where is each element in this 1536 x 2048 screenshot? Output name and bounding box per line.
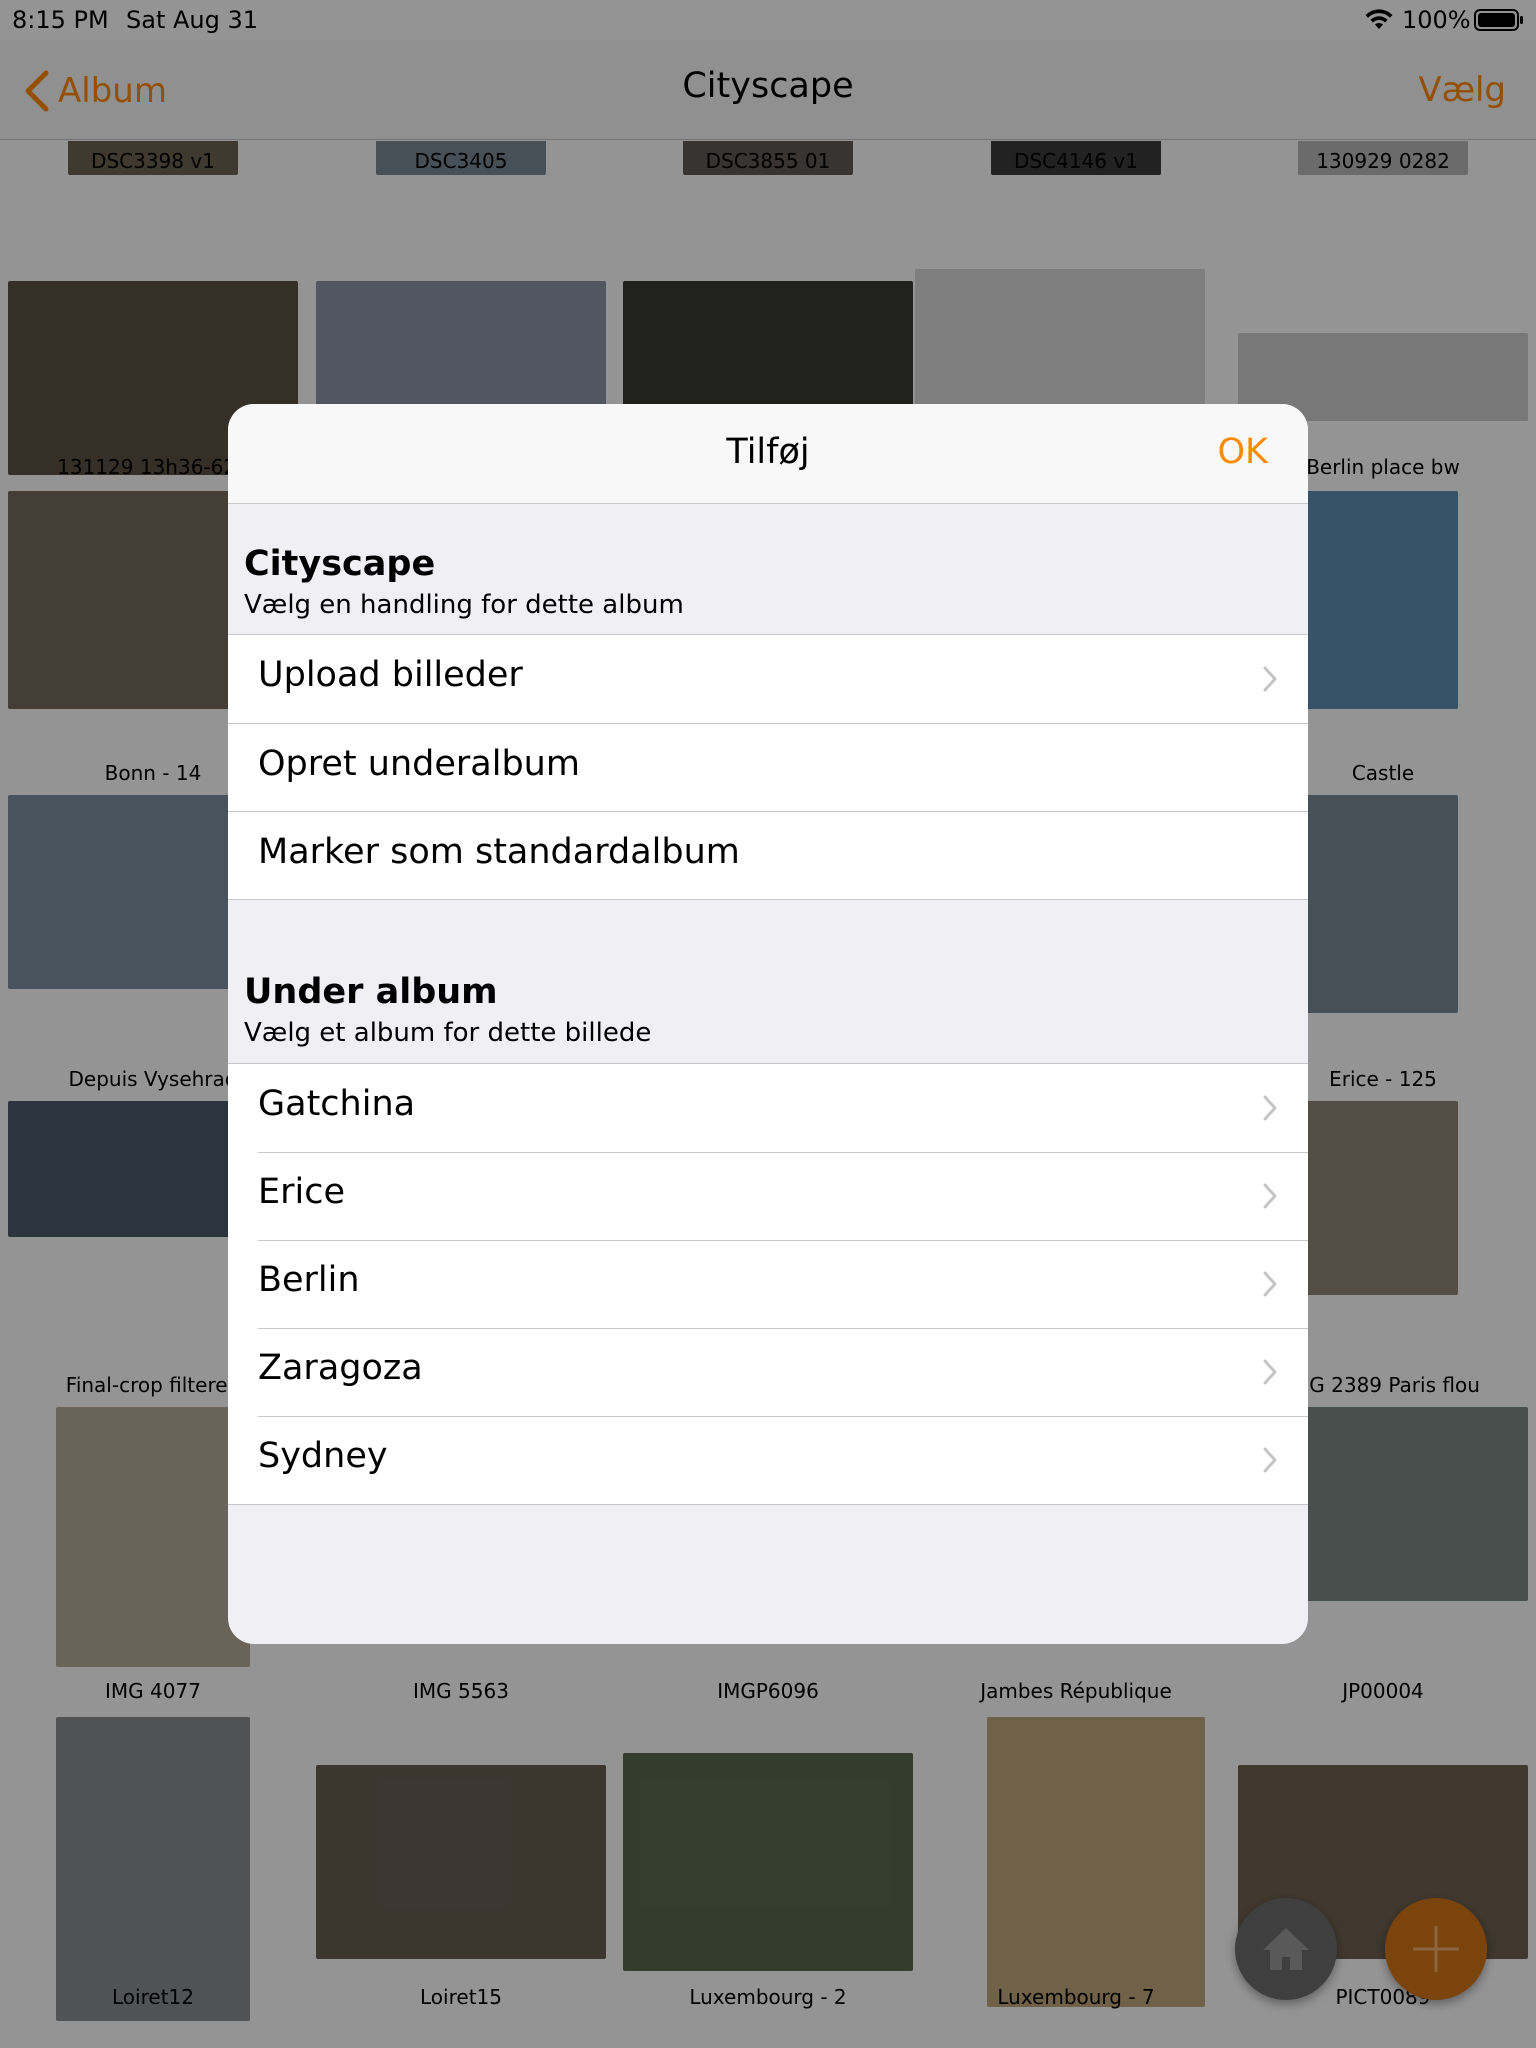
row-label: Gatchina <box>258 1084 416 1124</box>
modal-title: Tilføj <box>726 432 810 472</box>
subalbum-row[interactable]: Berlin <box>228 1240 1308 1328</box>
row-label: Sydney <box>258 1436 388 1476</box>
chevron-right-icon <box>1263 1183 1277 1209</box>
subalbum-row[interactable]: Sydney <box>228 1416 1308 1504</box>
section-title: Cityscape <box>244 544 436 584</box>
subalbum-row[interactable]: Gatchina <box>228 1064 1308 1152</box>
modal-header: Tilføj OK <box>228 404 1308 504</box>
row-label: Erice <box>258 1172 346 1212</box>
chevron-right-icon <box>1263 666 1277 692</box>
chevron-right-icon <box>1263 1359 1277 1385</box>
section-header-subalbums: Under album Vælg et album for dette bill… <box>244 972 651 1048</box>
chevron-right-icon <box>1263 1271 1277 1297</box>
row-label: Berlin <box>258 1260 360 1300</box>
row-label: Marker som standardalbum <box>258 832 740 872</box>
section-subtitle: Vælg en handling for dette album <box>244 590 684 620</box>
album-actions-list: Upload billeder Opret underalbum Marker so… <box>228 634 1308 900</box>
subalbum-list: Gatchina Erice Berlin Zaragoza Sydney <box>228 1063 1308 1505</box>
subalbum-row[interactable]: Zaragoza <box>228 1328 1308 1416</box>
row-label: Upload billeder <box>258 655 523 695</box>
album-action-row[interactable]: Upload billeder <box>228 635 1308 723</box>
section-subtitle: Vælg et album for dette billede <box>244 1018 652 1048</box>
section-title: Under album <box>244 972 498 1012</box>
album-action-row[interactable]: Marker som standardalbum <box>228 811 1308 899</box>
section-header-album: Cityscape Vælg en handling for dette alb… <box>244 544 684 620</box>
chevron-right-icon <box>1263 1447 1277 1473</box>
album-action-row[interactable]: Opret underalbum <box>228 723 1308 811</box>
subalbum-row[interactable]: Erice <box>228 1152 1308 1240</box>
add-modal: Tilføj OK Cityscape Vælg en handling for… <box>228 404 1308 1644</box>
row-label: Zaragoza <box>258 1348 423 1388</box>
ok-button[interactable]: OK <box>1217 432 1268 472</box>
row-label: Opret underalbum <box>258 744 580 784</box>
chevron-right-icon <box>1263 1095 1277 1121</box>
